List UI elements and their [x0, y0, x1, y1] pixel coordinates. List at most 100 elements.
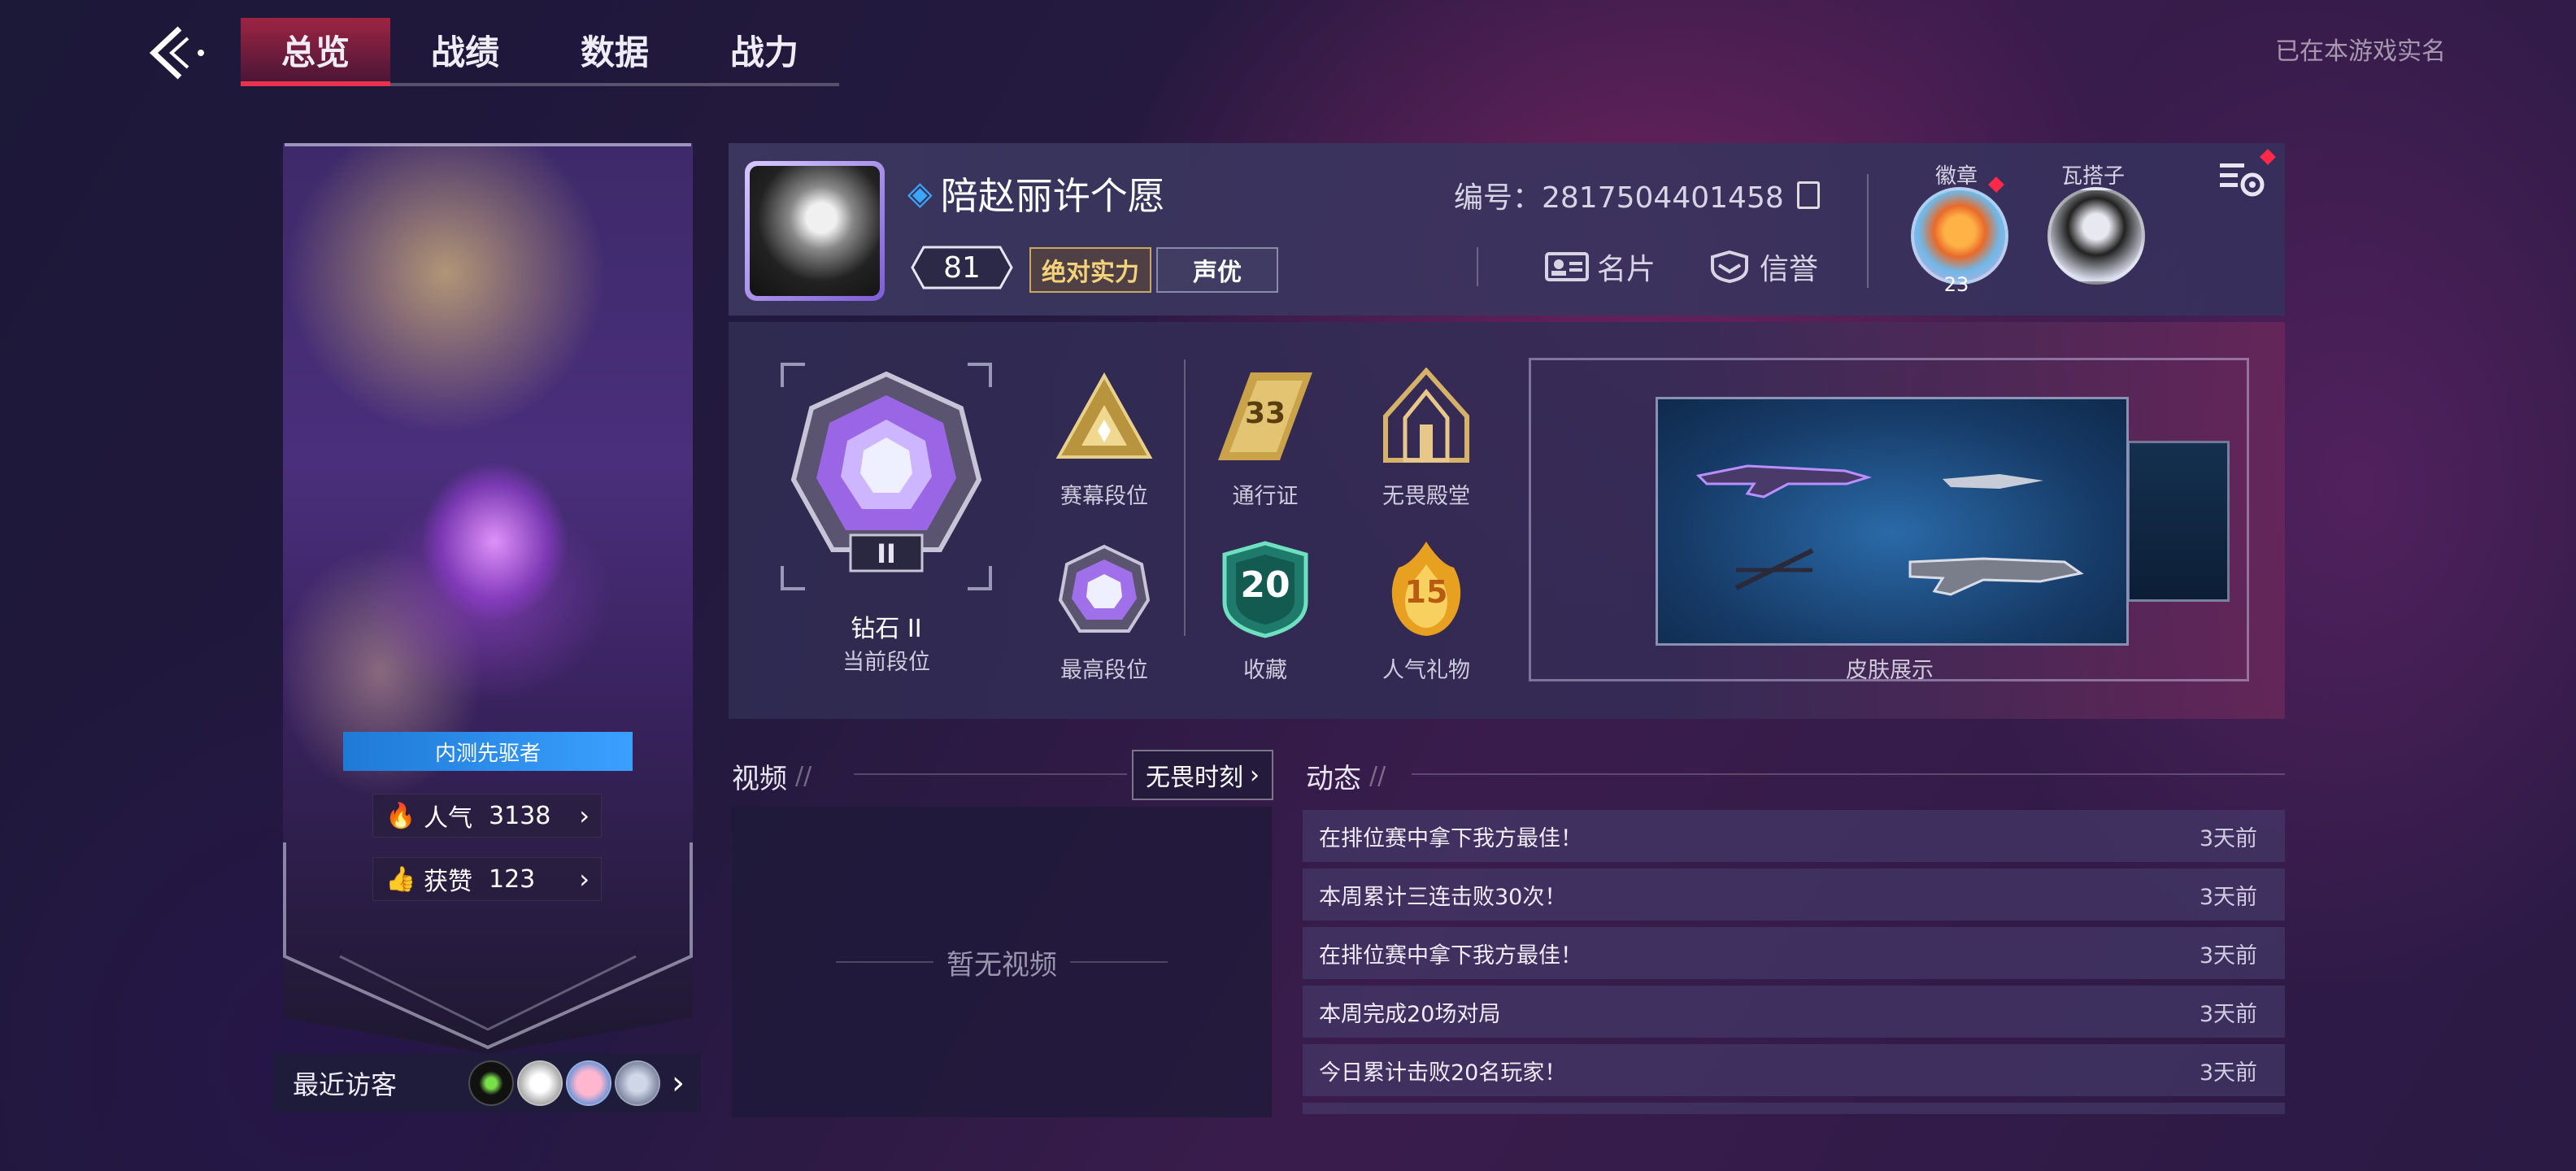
id-card-icon — [1545, 252, 1589, 281]
visitor-avatar[interactable] — [566, 1060, 611, 1106]
visitor-avatar[interactable] — [468, 1060, 514, 1106]
no-video-text: 暂无视频 — [946, 948, 1057, 982]
settings-list-icon — [2220, 163, 2265, 197]
current-rank-name: 钻石 II — [851, 615, 922, 643]
recent-visitors-label: 最近访客 — [293, 1069, 398, 1100]
collection-count: 20 — [1240, 564, 1290, 606]
hero-frame-icon — [283, 143, 693, 1050]
tab-overview[interactable]: 总览 — [241, 18, 390, 86]
player-name-row: ◈ 陪赵丽许个愿 — [907, 169, 1165, 218]
feed-item[interactable]: 在排位赛中拿下我方最佳！ 3天前 — [1303, 810, 2285, 862]
player-name: 陪赵丽许个愿 — [940, 174, 1165, 218]
hall-building-icon — [1383, 367, 1469, 463]
credit-shield-icon — [1711, 250, 1748, 283]
current-rank-caption: 当前段位 — [842, 650, 930, 675]
buddy-label: 瓦搭子 — [2060, 164, 2125, 189]
business-card-label: 名片 — [1597, 253, 1656, 286]
fearless-moments-button[interactable]: 无畏时刻 › — [1132, 750, 1273, 800]
recent-visitors[interactable]: 最近访客 › — [273, 1054, 701, 1112]
collection-caption: 收藏 — [1243, 658, 1287, 683]
visitor-avatar[interactable] — [615, 1060, 660, 1106]
feed-item-time: 3天前 — [2199, 1060, 2257, 1086]
chevron-right-icon[interactable]: › — [672, 1064, 685, 1102]
popularity-label: 人气 — [424, 804, 472, 833]
tab-record[interactable]: 战绩 — [390, 18, 540, 81]
divider — [854, 773, 1127, 775]
realname-status: 已在本游戏实名 — [2275, 37, 2446, 66]
video-empty-state: 暂无视频 — [732, 807, 1272, 1117]
gift-caption: 人气礼物 — [1382, 658, 1470, 683]
player-level-value: 81 — [943, 250, 981, 285]
divider — [836, 961, 933, 963]
buddy-avatar[interactable] — [2047, 187, 2145, 285]
tab-data[interactable]: 数据 — [540, 18, 690, 81]
likes-label: 获赞 — [424, 868, 472, 896]
gift-count: 15 — [1404, 574, 1448, 610]
title-tag-strength[interactable]: 绝对实力 — [1029, 247, 1151, 293]
feed-section-header: 动态 // — [1306, 756, 1386, 796]
back-button[interactable] — [138, 16, 211, 89]
business-card-button[interactable]: 名片 — [1545, 242, 1656, 291]
current-rank-emblem[interactable]: II — [781, 363, 992, 590]
tab-power[interactable]: 战力 — [690, 18, 839, 81]
thumbs-up-icon: 👍 — [385, 864, 416, 894]
gold-triangle-rank-icon — [1055, 372, 1153, 459]
feed-title: 动态 — [1306, 763, 1361, 795]
feed-item-text: 在排位赛中拿下我方最佳！ — [1319, 825, 1582, 851]
likes-value: 123 — [489, 864, 536, 894]
divider — [1477, 247, 1478, 286]
credit-button[interactable]: 信誉 — [1708, 242, 1818, 291]
feed-item[interactable]: 今日累计击败20名玩家！ 3天前 — [1303, 1044, 2285, 1096]
flame-icon: 🔥 — [385, 801, 416, 830]
feed-item-text: 在排位赛中拿下我方最佳！ — [1319, 942, 1582, 969]
battle-pass[interactable]: 33 — [1215, 369, 1316, 464]
feed-item-partial — [1303, 1103, 2285, 1114]
popularity-value: 3138 — [489, 801, 551, 830]
verified-diamond-icon: ◈ — [907, 175, 933, 212]
feed-item[interactable]: 在排位赛中拿下我方最佳！ 3天前 — [1303, 927, 2285, 979]
fearless-moments-label: 无畏时刻 — [1146, 764, 1243, 792]
player-level: 81 — [911, 246, 1013, 289]
visitor-avatars — [465, 1060, 660, 1106]
feed-item[interactable]: 本周完成20场对局 3天前 — [1303, 986, 2285, 1038]
video-section-header: 视频 // — [732, 756, 812, 796]
title-slash-icon: // — [795, 762, 812, 790]
main-tabs: 总览 战绩 数据 战力 — [241, 18, 839, 86]
feed-item-text: 今日累计击败20名玩家！ — [1319, 1060, 1567, 1086]
title-tag-voice[interactable]: 声优 — [1156, 247, 1278, 293]
season-rank-caption: 赛幕段位 — [1060, 484, 1148, 509]
chevron-right-icon: › — [579, 800, 590, 831]
chevron-right-icon: › — [579, 864, 590, 895]
badge-count: 23 — [1943, 273, 1969, 296]
feed-item-time: 3天前 — [2199, 884, 2257, 910]
skin-caption: 皮肤展示 — [1846, 658, 1934, 683]
rank-numeral: II — [877, 538, 896, 569]
feed-item[interactable]: 本周累计三连击败30次！ 3天前 — [1303, 868, 2285, 921]
copy-icon[interactable] — [1796, 181, 1820, 209]
highest-rank[interactable] — [1057, 543, 1151, 638]
player-id-text: 编号：2817504401458 — [1454, 181, 1784, 215]
player-avatar[interactable] — [745, 161, 885, 301]
fearless-hall[interactable] — [1376, 367, 1477, 465]
season-rank[interactable] — [1054, 372, 1155, 462]
skin-showcase-next[interactable] — [2127, 441, 2230, 602]
popularity-gifts[interactable]: 15 — [1376, 540, 1477, 639]
title-slash-icon: // — [1369, 762, 1386, 790]
weapon-skins-icon — [1695, 464, 2084, 596]
credit-label: 信誉 — [1760, 253, 1819, 286]
feed-item-time: 3天前 — [2199, 942, 2257, 969]
divider — [1184, 359, 1186, 636]
skin-showcase[interactable] — [1656, 397, 2129, 646]
feed-item-time: 3天前 — [2199, 825, 2257, 851]
highest-rank-caption: 最高段位 — [1060, 658, 1148, 683]
pass-level: 33 — [1244, 397, 1286, 430]
likes-button[interactable]: 👍 获赞 123 › — [372, 857, 602, 901]
popularity-button[interactable]: 🔥 人气 3138 › — [372, 794, 602, 838]
profile-settings-button[interactable] — [2205, 146, 2283, 211]
fearless-hall-caption: 无畏殿堂 — [1382, 484, 1470, 509]
visitor-avatar[interactable] — [517, 1060, 563, 1106]
feed-item-time: 3天前 — [2199, 1001, 2257, 1027]
badge-avatar[interactable] — [1911, 187, 2008, 285]
collection[interactable]: 20 — [1220, 540, 1311, 639]
feed-item-text: 本周完成20场对局 — [1319, 1001, 1501, 1027]
